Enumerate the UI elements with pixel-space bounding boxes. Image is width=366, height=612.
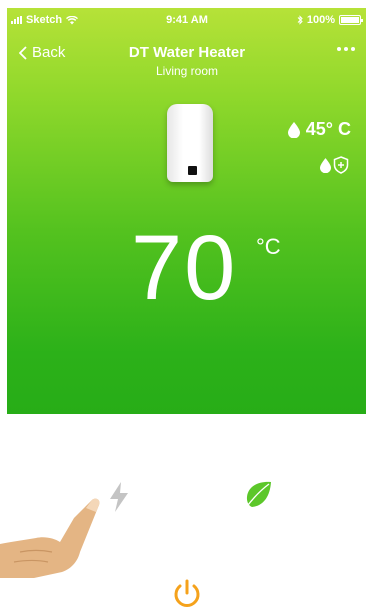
page-subtitle: Living room [155,64,219,78]
more-icon[interactable] [337,47,355,51]
lightning-bolt-icon[interactable] [108,482,130,512]
battery-percent: 100% [306,14,335,26]
bluetooth-icon [297,15,303,25]
shield-plus-icon [333,156,349,174]
current-temperature: 45° C [287,119,351,140]
page-title: DT Water Heater [128,44,246,61]
battery-fill [341,17,359,23]
heater-display [188,166,197,175]
protection-indicator [320,156,349,174]
target-temperature: 70 [131,217,238,319]
nav-bar: Back DT Water Heater Living room [7,42,366,82]
status-right: 100% [297,14,363,26]
current-temp-value: 45° C [305,119,351,139]
water-heater-image [167,104,213,182]
device-panel: Sketch 9:41 AM 100% Back DT Water Heater… [7,8,366,414]
status-bar: Sketch 9:41 AM 100% [7,8,366,30]
water-drop-icon [287,121,300,138]
battery-icon [339,15,363,25]
target-temperature-unit: °C [256,234,281,259]
water-drop-icon [320,157,331,173]
leaf-icon[interactable] [243,480,273,510]
tap-hand-icon [0,498,100,578]
power-icon[interactable] [172,578,202,610]
